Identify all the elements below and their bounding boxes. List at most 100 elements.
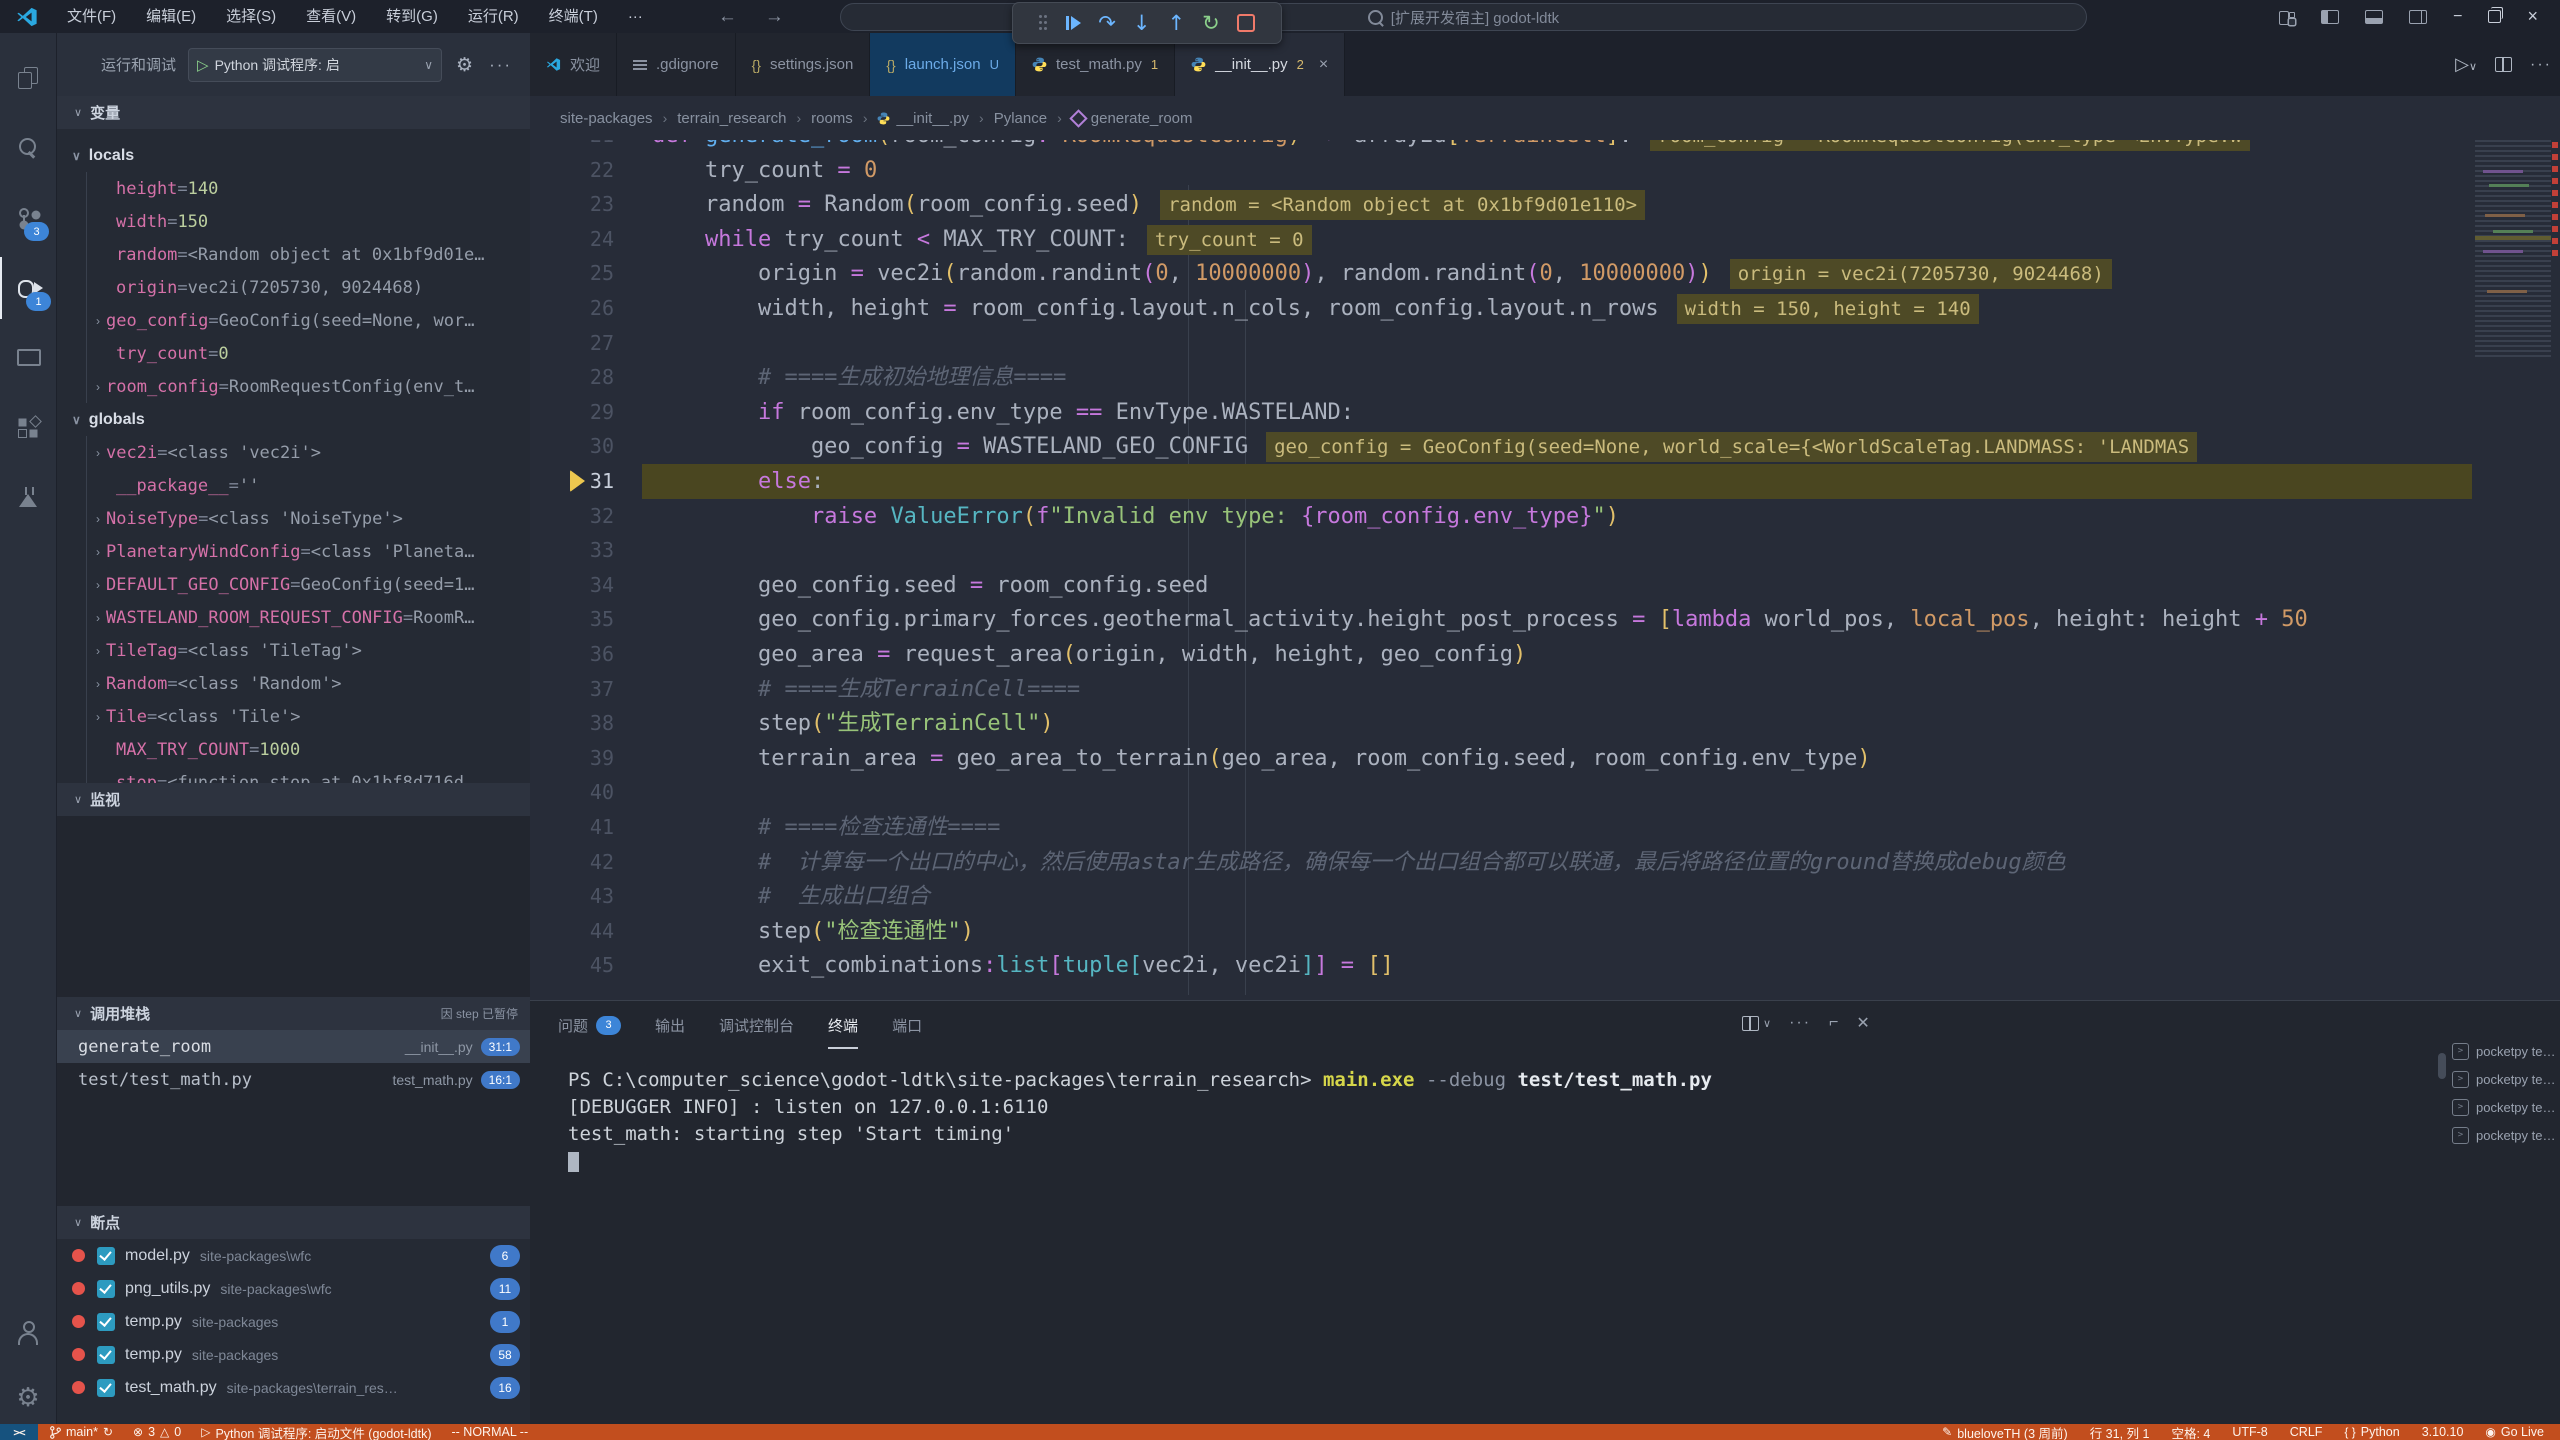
panel-tab-端口[interactable]: 端口: [892, 1001, 922, 1049]
language-mode-item[interactable]: { }Python: [2344, 1425, 2399, 1439]
start-debug-icon[interactable]: ▷: [197, 56, 209, 74]
code-line-43[interactable]: 43 # 生成出口组合: [530, 879, 2560, 914]
code-line-25[interactable]: 25 origin = vec2i(random.randint(0, 1000…: [530, 256, 2560, 291]
breadcrumb-item-terrain_research[interactable]: terrain_research: [677, 110, 786, 127]
breadcrumb-item-Pylance[interactable]: Pylance: [994, 110, 1047, 127]
run-python-file-button[interactable]: ▷∨: [2455, 54, 2477, 75]
tab-launch.json[interactable]: {}launch.jsonU: [870, 33, 1016, 96]
code-line-42[interactable]: 42 # 计算每一个出口的中心，然后使用astar生成路径，确保每一个出口组合都…: [530, 845, 2560, 880]
extensions-icon[interactable]: [0, 397, 56, 459]
code-line-35[interactable]: 35 geo_config.primary_forces.geothermal_…: [530, 602, 2560, 637]
code-line-34[interactable]: 34 geo_config.seed = room_config.seed: [530, 568, 2560, 603]
terminal-instance-3[interactable]: >pocketpy te…: [2452, 1093, 2556, 1121]
variable-row-geo_config[interactable]: ›geo_config = GeoConfig(seed=None, wor…: [56, 304, 530, 337]
variable-row-Tile[interactable]: ›Tile = <class 'Tile'>: [56, 700, 530, 733]
git-branch-item[interactable]: main* ↻: [50, 1425, 113, 1439]
close-panel-icon[interactable]: ✕: [1856, 1013, 1869, 1033]
variable-row-origin[interactable]: origin = vec2i(7205730, 9024468): [56, 271, 530, 304]
breakpoint-row-png_utils.py[interactable]: png_utils.pysite-packages\wfc11: [56, 1272, 530, 1305]
nav-back-icon[interactable]: ←: [704, 6, 751, 28]
code-line-21[interactable]: 21def generate_room(room_config: RoomReq…: [530, 140, 2560, 153]
expand-chevron-icon[interactable]: ›: [96, 611, 100, 625]
callstack-section-header[interactable]: ∨调用堆栈 因 step 已暂停: [56, 997, 530, 1030]
minimize-button[interactable]: −: [2453, 8, 2462, 26]
indentation-item[interactable]: 空格: 4: [2171, 1423, 2210, 1440]
breakpoint-checkbox[interactable]: [97, 1280, 115, 1298]
menu-item-转到G[interactable]: 转到(G): [371, 0, 453, 33]
breadcrumb-item-rooms[interactable]: rooms: [811, 110, 853, 127]
variables-group-globals[interactable]: ∨globals: [56, 403, 530, 436]
run-and-debug-icon[interactable]: 1: [0, 257, 58, 319]
breadcrumb-item-__init__.py[interactable]: __init__.py: [877, 110, 969, 127]
tab-欢迎[interactable]: 欢迎: [530, 33, 617, 96]
variable-row-MAX_TRY_COUNT[interactable]: MAX_TRY_COUNT = 1000: [56, 733, 530, 766]
debug-settings-gear-icon[interactable]: ⚙: [456, 54, 473, 76]
stop-button[interactable]: [1237, 14, 1255, 32]
variable-row-stop[interactable]: stop = <function stop at 0x1bf8d716d…: [56, 766, 530, 783]
variable-row-room_config[interactable]: ›room_config = RoomRequestConfig(env_t…: [56, 370, 530, 403]
tab-close-icon[interactable]: ×: [1319, 56, 1328, 74]
expand-chevron-icon[interactable]: ›: [96, 512, 100, 526]
search-view-icon[interactable]: [0, 117, 56, 179]
menu-item-编辑E[interactable]: 编辑(E): [131, 0, 211, 33]
cursor-position-item[interactable]: 行 31, 列 1: [2090, 1423, 2150, 1440]
source-control-icon[interactable]: 3: [0, 187, 56, 249]
step-over-button[interactable]: ↷: [1098, 13, 1116, 34]
debug-config-item[interactable]: ▷ Python 调试程序: 启动文件 (godot-ldtk): [201, 1423, 431, 1440]
code-line-32[interactable]: 32 raise ValueError(f"Invalid env type: …: [530, 499, 2560, 534]
split-terminal-button[interactable]: ∨: [1742, 1016, 1771, 1031]
remote-explorer-icon[interactable]: [0, 327, 56, 389]
code-line-22[interactable]: 22 try_count = 0: [530, 153, 2560, 188]
code-line-44[interactable]: 44 step("检查连通性"): [530, 914, 2560, 949]
expand-chevron-icon[interactable]: ›: [96, 446, 100, 460]
variable-row-width[interactable]: width = 150: [56, 205, 530, 238]
panel-tab-输出[interactable]: 输出: [655, 1001, 685, 1049]
watch-section-header[interactable]: ∨监视: [56, 783, 530, 816]
tab-settings.json[interactable]: {}settings.json: [736, 33, 871, 96]
expand-chevron-icon[interactable]: ›: [96, 545, 100, 559]
continue-button[interactable]: [1066, 16, 1081, 30]
code-line-45[interactable]: 45 exit_combinations:list[tuple[vec2i, v…: [530, 948, 2560, 983]
account-icon[interactable]: [0, 1301, 56, 1363]
variables-group-locals[interactable]: ∨locals: [56, 139, 530, 172]
breakpoint-checkbox[interactable]: [97, 1313, 115, 1331]
code-line-37[interactable]: 37 # ====生成TerrainCell====: [530, 672, 2560, 707]
eol-item[interactable]: CRLF: [2290, 1425, 2323, 1439]
minimap[interactable]: [2475, 140, 2551, 360]
breadcrumb-item-generate_room[interactable]: generate_room: [1072, 110, 1193, 127]
menu-item-文件F[interactable]: 文件(F): [52, 0, 131, 33]
menu-item-选择S[interactable]: 选择(S): [211, 0, 291, 33]
python-version-item[interactable]: 3.10.10: [2422, 1425, 2464, 1439]
panel-tab-调试控制台[interactable]: 调试控制台: [719, 1001, 794, 1049]
menu-item-终端T[interactable]: 终端(T): [534, 0, 613, 33]
breakpoint-row-temp.py[interactable]: temp.pysite-packages1: [56, 1305, 530, 1338]
code-line-24[interactable]: 24 while try_count < MAX_TRY_COUNT:try_c…: [530, 222, 2560, 257]
callstack-frame-test/test_math.py[interactable]: test/test_math.pytest_math.py16:1: [56, 1063, 530, 1096]
code-line-27[interactable]: 27: [530, 326, 2560, 361]
maximize-panel-icon[interactable]: ⌐: [1829, 1014, 1838, 1032]
breakpoint-checkbox[interactable]: [97, 1346, 115, 1364]
code-line-40[interactable]: 40: [530, 775, 2560, 810]
terminal-instance-4[interactable]: >pocketpy te…: [2452, 1121, 2556, 1149]
code-line-29[interactable]: 29 if room_config.env_type == EnvType.WA…: [530, 395, 2560, 430]
code-line-31[interactable]: 31 else:: [530, 464, 2560, 499]
variable-row-Random[interactable]: ›Random = <class 'Random'>: [56, 667, 530, 700]
testing-icon[interactable]: [0, 467, 56, 529]
encoding-item[interactable]: UTF-8: [2232, 1425, 2267, 1439]
breakpoint-checkbox[interactable]: [97, 1247, 115, 1265]
breadcrumb-item-site-packages[interactable]: site-packages: [560, 110, 653, 127]
toggle-sidebar-icon[interactable]: [2321, 10, 2339, 24]
debug-config-dropdown[interactable]: ▷ Python 调试程序: 启 ∨: [188, 48, 442, 82]
restart-button[interactable]: ↻: [1202, 13, 1220, 34]
panel-tab-终端[interactable]: 终端: [828, 1001, 858, 1049]
code-line-39[interactable]: 39 terrain_area = geo_area_to_terrain(ge…: [530, 741, 2560, 776]
variable-row-TileTag[interactable]: ›TileTag = <class 'TileTag'>: [56, 634, 530, 667]
code-line-36[interactable]: 36 geo_area = request_area(origin, width…: [530, 637, 2560, 672]
panel-more-actions-icon[interactable]: ···: [1789, 1014, 1811, 1032]
git-blame-item[interactable]: ✎ blueloveTH (3 周前): [1942, 1423, 2068, 1440]
terminal-instance-2[interactable]: >pocketpy te…: [2452, 1065, 2556, 1093]
terminal-instance-1[interactable]: >pocketpy te…: [2452, 1037, 2556, 1065]
tab-.gdignore[interactable]: .gdignore: [617, 33, 736, 96]
breakpoint-row-test_math.py[interactable]: test_math.pysite-packages\terrain_res…16: [56, 1371, 530, 1404]
go-live-item[interactable]: ◉ Go Live: [2485, 1425, 2544, 1439]
